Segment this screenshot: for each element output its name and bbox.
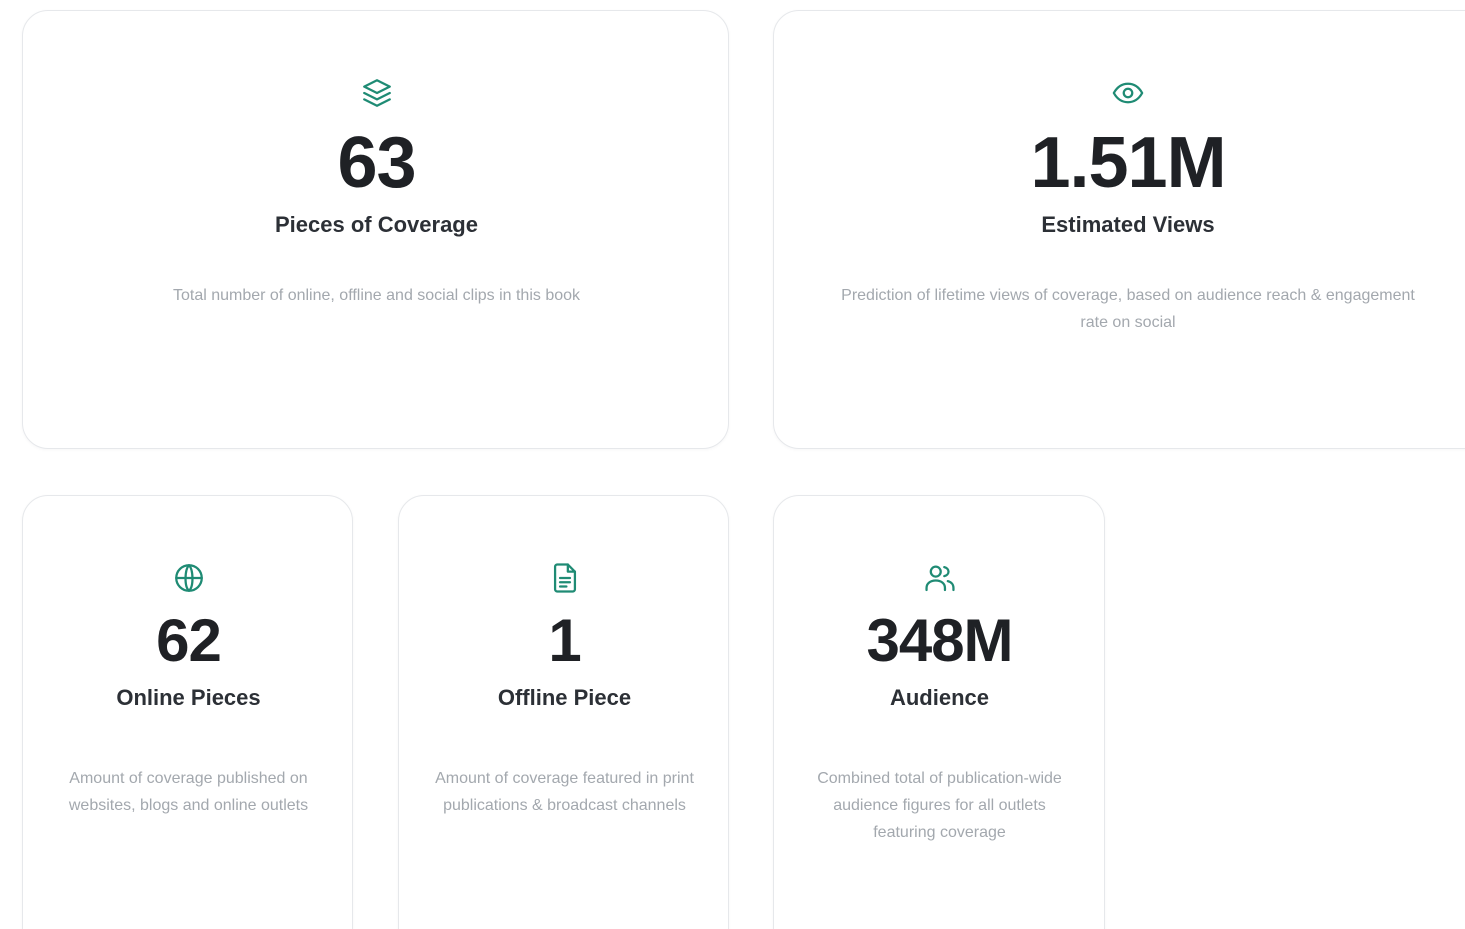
online-description: Amount of coverage published on websites… bbox=[68, 770, 309, 814]
audience-value: 348M bbox=[866, 607, 1013, 674]
coverage-stat-card: 63 Pieces of Coverage Total number of on… bbox=[22, 10, 729, 449]
views-value: 1.51M bbox=[1030, 123, 1226, 203]
offline-value: 1 bbox=[548, 607, 581, 674]
globe-icon bbox=[172, 561, 206, 595]
audience-label: Audience bbox=[889, 685, 990, 710]
offline-description: Amount of coverage featured in print pub… bbox=[435, 770, 694, 814]
audience-description: Combined total of publication-wide audie… bbox=[817, 770, 1062, 841]
audience-stat-card: 348M Audience Combined total of publicat… bbox=[773, 495, 1105, 929]
document-icon bbox=[548, 561, 582, 595]
coverage-value: 63 bbox=[337, 123, 416, 203]
views-label: Estimated Views bbox=[1041, 212, 1215, 237]
views-description: Prediction of lifetime views of coverage… bbox=[841, 287, 1415, 331]
offline-stat-card: 1 Offline Piece Amount of coverage featu… bbox=[398, 495, 729, 929]
users-icon bbox=[923, 561, 957, 595]
coverage-summary-dashboard: 63 Pieces of Coverage Total number of on… bbox=[0, 0, 1465, 929]
online-value: 62 bbox=[156, 607, 222, 674]
coverage-label: Pieces of Coverage bbox=[275, 212, 478, 237]
coverage-description: Total number of online, offline and soci… bbox=[172, 287, 581, 304]
layers-icon bbox=[360, 76, 394, 110]
online-label: Online Pieces bbox=[116, 685, 261, 710]
eye-icon bbox=[1111, 76, 1145, 110]
views-stat-card: 1.51M Estimated Views Prediction of life… bbox=[773, 10, 1465, 449]
offline-label: Offline Piece bbox=[497, 685, 632, 710]
online-stat-card: 62 Online Pieces Amount of coverage publ… bbox=[22, 495, 353, 929]
